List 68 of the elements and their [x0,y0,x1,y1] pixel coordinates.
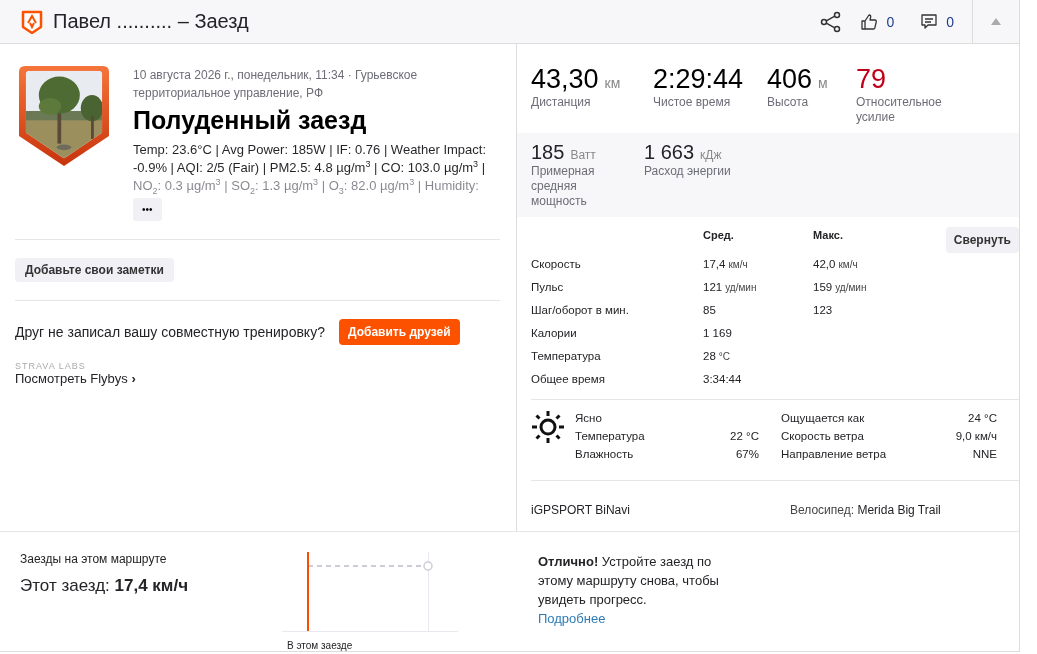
stat-label: Примерная средняя мощность [531,164,596,209]
bike-name: Merida Big Trail [857,503,941,517]
comment-icon[interactable] [920,12,939,31]
device-name: iGPSPORT BiNavi [531,503,631,517]
table-cell-text: 28 °C [703,349,732,364]
column-header: Сред. [703,229,735,241]
weather-value: 9,0 км/ч [955,429,997,444]
page-title: Павел .......... – Заезд [53,10,249,33]
weather-value: 22 °C [730,429,759,444]
segment-result: Этот заезд: 17,4 км/ч [20,576,190,596]
row-label: Калории [531,326,578,341]
table-cell-text: 123 [813,303,834,318]
stat-value: 406 [767,64,813,95]
add-notes-button[interactable]: Добавьте свои заметки [15,258,174,282]
activity-title: Полуденный заезд [133,106,368,135]
table-cell-text: 159 уд/мин [813,280,868,295]
weather-label: Ощущается как [781,411,866,426]
bike-label: Велосипед: [790,503,855,517]
table-cell-text: 121 уд/мин [703,280,758,295]
stat-value: 1 663 [644,141,695,164]
collapse-button[interactable]: Свернуть [945,227,1019,253]
flybys-link[interactable]: Посмотреть Flybys › [15,371,136,386]
row-label: Общее время [531,372,606,387]
weather-label: Направление ветра [781,447,888,462]
weather-condition: Ясно [575,411,603,426]
share-icon[interactable] [820,10,843,33]
stat-value: 185 [531,141,565,164]
stat-unit: Ватт [570,148,596,162]
table-cell-text: 3:34:44 [703,372,743,387]
stat-unit: кДж [700,148,722,162]
table-cell-text: 17,4 км/ч [703,257,749,272]
sun-icon [531,410,565,444]
stat-label: Относительное усилие [856,95,943,125]
like-count: 0 [886,13,895,30]
table-cell-text: 1 169 [703,326,733,341]
row-label: Пульс [531,280,565,295]
row-label: Температура [531,349,602,364]
weather-label: Температура [575,429,646,444]
friends-prompt: Друг не записал вашу совместную тренировку? [15,324,325,340]
stat-value: 79 [856,64,887,95]
column-header: Макс. [813,229,844,241]
stat-unit: км [604,75,621,91]
stat-label: Чистое время [653,95,732,110]
weather-label: Скорость ветра [781,429,865,444]
learn-more-link[interactable]: Подробнее [538,611,606,626]
chart-label: В этом заезде [287,640,353,651]
stat-label: Дистанция [531,95,592,110]
weather-value: 24 °C [967,411,997,426]
stat-label: Расход энергии [644,164,732,179]
activity-date-location: 10 августа 2026 г., понедельник, 11:34 · Гурьевское территориальное управление, РФ [133,67,419,102]
weather-label: Влажность [575,447,635,462]
stat-unit: м [818,75,828,91]
stat-value: 2:29:44 [653,64,744,95]
table-cell-text: 85 [703,303,717,318]
table-cell-text: 42,0 км/ч [813,257,859,272]
row-label: Скорость [531,257,582,272]
comment-count: 0 [946,13,954,30]
weather-value: NNE [971,447,997,462]
labs-caption: STRAVA LABS [15,361,87,371]
stat-value: 43,30 [531,64,599,95]
thumbs-up-icon[interactable] [860,12,879,31]
more-button[interactable]: ••• [133,198,162,221]
stat-label: Высота [767,95,810,110]
row-label: Шаг/оборот в мин. [531,303,630,318]
weather-value: 67% [734,447,759,462]
segment-title: Заезды на этом маршруте [20,552,168,566]
logo-icon [21,9,43,34]
segment-message: Отлично! Устройте заезд по этому маршруту снова, чтобы увидеть прогресс. [538,553,720,609]
